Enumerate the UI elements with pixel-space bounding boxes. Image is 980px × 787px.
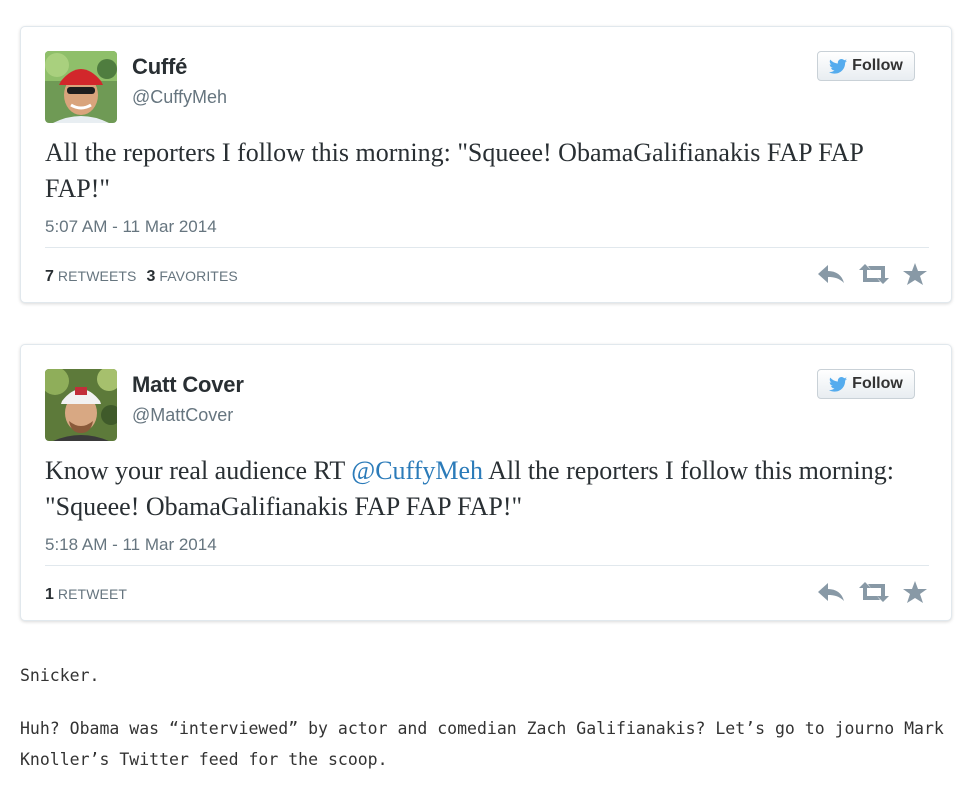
- mention-link[interactable]: @CuffyMeh: [351, 456, 483, 485]
- user-display-name[interactable]: Matt Cover: [132, 372, 244, 398]
- user-handle[interactable]: @MattCover: [132, 405, 233, 426]
- user-display-name[interactable]: Cuffé: [132, 54, 187, 80]
- tweet-timestamp[interactable]: 5:07 AM - 11 Mar 2014: [45, 217, 217, 237]
- retweet-count[interactable]: 1: [45, 586, 54, 604]
- follow-button[interactable]: Follow: [817, 369, 915, 399]
- avatar[interactable]: [45, 369, 117, 441]
- body-paragraph: Huh? Obama was “interviewed” by actor an…: [20, 719, 944, 769]
- favorite-count[interactable]: 3: [147, 268, 156, 286]
- tweet-timestamp[interactable]: 5:18 AM - 11 Mar 2014: [45, 535, 217, 555]
- twitter-bird-icon: [829, 58, 848, 74]
- body-paragraph: Snicker.: [20, 666, 100, 685]
- reply-icon[interactable]: [817, 582, 845, 602]
- follow-label: Follow: [852, 375, 903, 392]
- tweet-stats: 1 Retweet: [45, 586, 137, 604]
- retweet-icon[interactable]: [859, 264, 889, 284]
- favorite-label[interactable]: Favorites: [159, 268, 237, 284]
- tweet-stats: 7 Retweets 3 Favorites: [45, 268, 248, 286]
- tweet-text-start: Know your real audience RT: [45, 456, 352, 485]
- tweet-text: All the reporters I follow this morning:…: [45, 138, 863, 203]
- tweet-actions: [817, 263, 927, 285]
- twitter-bird-icon: [829, 376, 848, 392]
- divider: [45, 565, 929, 566]
- embedded-tweet: Cuffé @CuffyMeh Follow All the reporters…: [20, 26, 952, 303]
- user-handle[interactable]: @CuffyMeh: [132, 87, 227, 108]
- tweet-actions: [817, 581, 927, 603]
- retweet-label[interactable]: Retweet: [58, 586, 127, 602]
- reply-icon[interactable]: [817, 264, 845, 284]
- follow-button[interactable]: Follow: [817, 51, 915, 81]
- star-icon[interactable]: [903, 263, 927, 285]
- star-icon[interactable]: [903, 581, 927, 603]
- embedded-tweet: Matt Cover @MattCover Follow Know your r…: [20, 344, 952, 621]
- retweet-count[interactable]: 7: [45, 268, 54, 286]
- retweet-icon[interactable]: [859, 582, 889, 602]
- avatar[interactable]: [45, 51, 117, 123]
- tweet-text: Know your real audience RT @CuffyMeh All…: [45, 453, 925, 525]
- follow-label: Follow: [852, 57, 903, 74]
- retweet-label[interactable]: Retweets: [58, 268, 137, 284]
- divider: [45, 247, 929, 248]
